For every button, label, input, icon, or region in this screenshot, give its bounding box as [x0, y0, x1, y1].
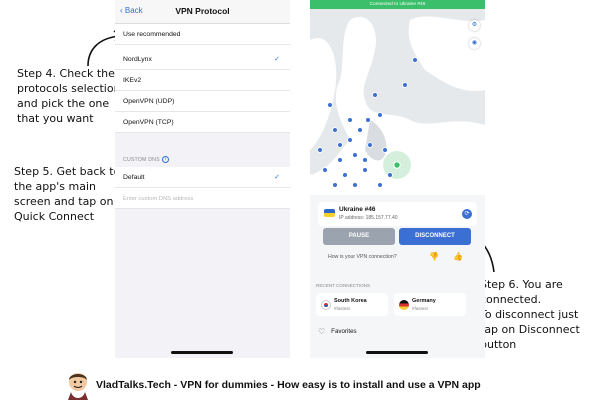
footer: VladTalks.Tech - VPN for dummies - How e…	[0, 370, 600, 402]
recent-connection-germany[interactable]: Germany #fastest	[394, 293, 466, 316]
server-pin-icon[interactable]	[362, 157, 368, 163]
server-ip: IP address: 185.157.77.40	[339, 215, 398, 221]
europe-map	[310, 0, 485, 195]
protocol-label: NordLynx	[123, 56, 152, 63]
server-pin-icon[interactable]	[332, 127, 338, 133]
map-view[interactable]: Connected to Ukraine #46 ⚙ ◉	[310, 0, 485, 195]
server-pin-icon[interactable]	[352, 182, 358, 188]
protocol-option-openvpn-tcp[interactable]: OpenVPN (TCP)	[115, 112, 290, 133]
step6-note: Step 6. You are connected. To disconnect…	[480, 278, 580, 351]
footer-caption: VladTalks.Tech - VPN for dummies - How e…	[96, 379, 481, 391]
server-pin-icon[interactable]	[372, 92, 378, 98]
server-pin-icon[interactable]	[377, 112, 383, 118]
server-pin-icon[interactable]	[382, 147, 388, 153]
settings-icon[interactable]: ⚙	[469, 20, 480, 31]
recent-sub: #fastest	[412, 306, 428, 311]
connected-screen: Connected to Ukraine #46 ⚙ ◉ Ukraine #46…	[310, 0, 485, 358]
dns-default-label: Default	[123, 174, 145, 181]
dns-option-default[interactable]: Default ✓	[115, 167, 290, 188]
server-pin-icon[interactable]	[327, 102, 333, 108]
server-pin-icon[interactable]	[342, 172, 348, 178]
disconnect-button[interactable]: DISCONNECT	[399, 228, 471, 245]
author-avatar	[68, 373, 88, 400]
server-pin-icon[interactable]	[347, 117, 353, 123]
location-icon[interactable]: ◉	[469, 38, 480, 49]
protocol-label: OpenVPN (TCP)	[123, 119, 174, 126]
ukraine-flag-icon	[324, 209, 335, 217]
server-name: Ukraine #46	[339, 206, 376, 213]
server-pin-icon[interactable]	[347, 137, 353, 143]
recent-connections-label: RECENT CONNECTIONS	[316, 283, 371, 288]
server-pin-icon[interactable]	[322, 167, 328, 173]
recent-country: Germany	[412, 298, 436, 304]
refresh-icon[interactable]: ⟳	[462, 209, 472, 219]
server-pin-icon[interactable]	[337, 142, 343, 148]
step4-note: Step 4. Check the protocols selection an…	[17, 67, 121, 125]
favorites-row[interactable]: ♡ Favorites	[318, 327, 357, 336]
south-korea-flag-icon	[321, 300, 331, 310]
pause-button[interactable]: PAUSE	[323, 228, 395, 245]
server-pin-icon[interactable]	[357, 127, 363, 133]
protocol-option-nordlynx[interactable]: NordLynx ✓	[115, 49, 290, 70]
checkmark-icon: ✓	[274, 174, 280, 181]
nav-bar: ‹ Back VPN Protocol	[115, 0, 290, 24]
protocol-option-openvpn-udp[interactable]: OpenVPN (UDP)	[115, 91, 290, 112]
server-card[interactable]: Ukraine #46 IP address: 185.157.77.40 ⟳	[318, 202, 477, 226]
dns-placeholder: Enter custom DNS address	[123, 196, 194, 202]
feedback-question: How is your VPN connection?	[328, 254, 397, 260]
server-pin-icon[interactable]	[365, 117, 371, 123]
step5-note: Step 5. Get back to the app's main scree…	[14, 165, 121, 223]
favorites-label: Favorites	[331, 328, 357, 336]
server-pin-icon[interactable]	[337, 157, 343, 163]
protocol-option-ikev2[interactable]: IKEv2	[115, 70, 290, 91]
status-banner: Connected to Ukraine #46	[310, 0, 485, 9]
thumbs-down-icon[interactable]: 👎	[429, 252, 439, 261]
protocol-label: IKEv2	[123, 77, 142, 84]
custom-dns-input[interactable]: Enter custom DNS address	[115, 188, 290, 209]
page-title: VPN Protocol	[175, 6, 230, 16]
checkmark-icon: ✓	[274, 56, 280, 63]
use-recommended-label: Use recommended	[123, 31, 181, 38]
recent-country: South Korea	[334, 298, 367, 304]
use-recommended-row[interactable]: Use recommended	[115, 24, 290, 45]
vpn-protocol-screen: ‹ Back VPN Protocol Use recommended Nord…	[115, 0, 290, 358]
server-pin-icon[interactable]	[402, 82, 408, 88]
server-pin-icon[interactable]	[367, 142, 373, 148]
protocol-label: OpenVPN (UDP)	[123, 98, 175, 105]
recent-sub: #fastest	[334, 306, 350, 311]
connected-pin-icon[interactable]	[393, 161, 401, 169]
section-gap	[115, 133, 290, 153]
server-pin-icon[interactable]	[377, 182, 383, 188]
thumbs-up-icon[interactable]: 👍	[453, 252, 463, 261]
server-pin-icon[interactable]	[317, 147, 323, 153]
recent-connection-south-korea[interactable]: South Korea #fastest	[316, 293, 388, 316]
germany-flag-icon	[399, 300, 409, 310]
heart-icon: ♡	[318, 327, 326, 336]
custom-dns-label: CUSTOM DNS	[123, 157, 160, 163]
server-pin-icon[interactable]	[362, 167, 368, 173]
home-indicator	[171, 351, 233, 354]
server-pin-icon[interactable]	[412, 57, 418, 63]
home-indicator	[366, 351, 428, 354]
server-pin-icon[interactable]	[352, 152, 358, 158]
custom-dns-header: CUSTOM DNS i	[115, 153, 290, 167]
info-icon[interactable]: i	[161, 156, 169, 164]
server-pin-icon[interactable]	[332, 182, 338, 188]
connection-panel: Ukraine #46 IP address: 185.157.77.40 ⟳ …	[310, 195, 485, 358]
server-pin-icon[interactable]	[387, 172, 393, 178]
